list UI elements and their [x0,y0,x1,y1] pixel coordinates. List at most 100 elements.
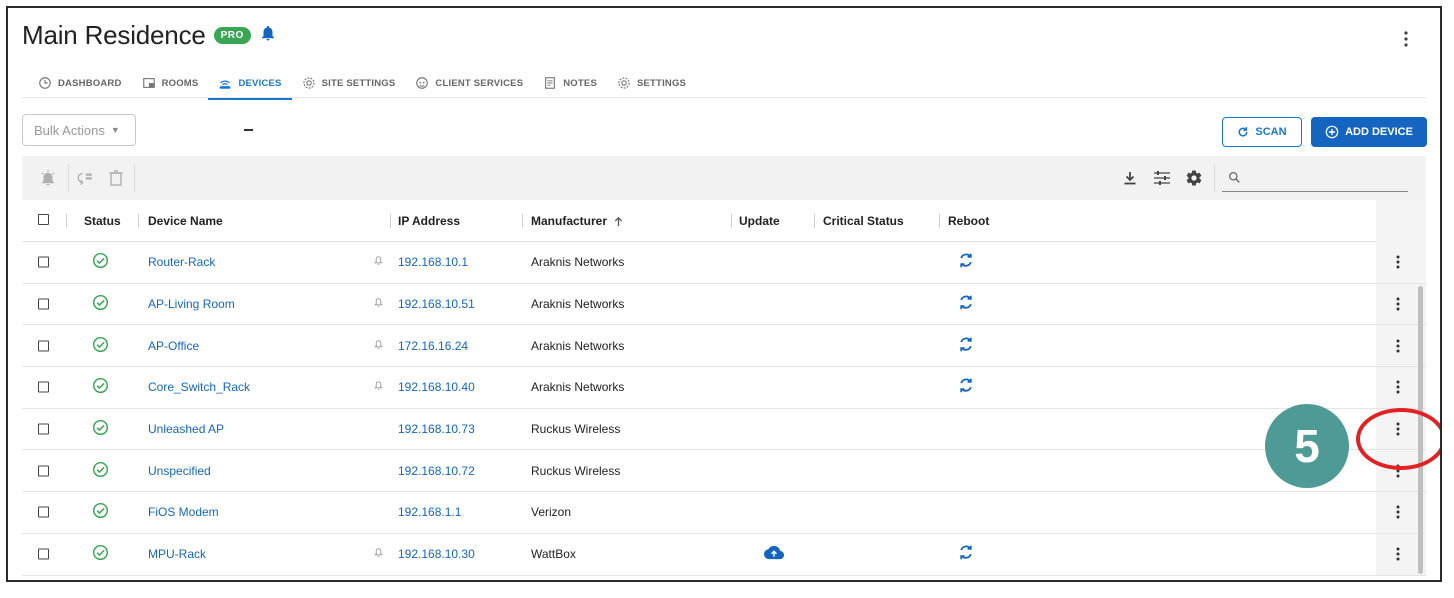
tab-label: NOTES [563,77,597,89]
ip-address-link[interactable]: 192.168.10.51 [398,297,475,311]
device-name-link[interactable]: MPU-Rack [148,547,206,561]
tab-devices[interactable]: DEVICES [208,66,292,100]
tab-bar: DASHBOARD ROOMS DEVICES SITE SETTINGS CL… [28,66,696,100]
gear-icon [302,77,315,89]
alarm-icon[interactable] [38,168,58,188]
reboot-icon[interactable] [958,335,974,356]
ip-address-link[interactable]: 192.168.10.1 [398,255,468,269]
download-icon[interactable] [1120,168,1140,188]
toolbar-separator [68,164,69,192]
reassign-icon[interactable] [75,168,95,188]
reboot-icon[interactable] [958,252,974,273]
header-critical-status[interactable]: Critical Status [823,214,904,228]
add-circle-icon [1325,125,1339,139]
page-title: Main Residence [22,20,206,50]
row-more-options-icon[interactable] [1391,295,1405,313]
status-ok-icon [92,419,109,439]
column-separator [731,214,732,228]
device-name-link[interactable]: FiOS Modem [148,505,219,519]
table-row: AP-Living Room 192.168.10.51 Araknis Net… [22,283,1426,326]
tab-dashboard[interactable]: DASHBOARD [28,66,132,100]
step-number-badge: 5 [1265,404,1349,488]
tab-rooms[interactable]: ROOMS [132,66,209,100]
notification-bell-icon[interactable] [373,255,384,269]
table-toolbar [22,156,1426,200]
table-header: Status Device Name IP Address Manufactur… [22,200,1426,242]
device-name-link[interactable]: Router-Rack [148,255,215,269]
notification-bell-icon[interactable] [373,380,384,394]
row-checkbox[interactable] [38,298,49,310]
device-name-link[interactable]: AP-Office [148,339,199,353]
row-more-options-icon[interactable] [1391,253,1405,271]
header-reboot[interactable]: Reboot [948,214,989,228]
manufacturer-text: Araknis Networks [531,380,625,395]
row-checkbox[interactable] [38,256,49,268]
row-checkbox[interactable] [38,340,49,352]
notification-bell-icon[interactable] [373,547,384,561]
caret-down-icon: ▼ [110,125,120,135]
row-more-options-icon[interactable] [1391,503,1405,521]
ip-address-link[interactable]: 192.168.10.72 [398,464,475,478]
header-device-name[interactable]: Device Name [148,214,223,228]
column-separator [939,214,940,228]
ip-address-link[interactable]: 192.168.10.30 [398,547,475,561]
status-ok-icon [92,377,109,397]
tab-client-services[interactable]: CLIENT SERVICES [405,66,533,100]
ip-address-link[interactable]: 192.168.10.40 [398,380,475,394]
status-ok-icon [92,252,109,272]
rooms-icon [142,78,155,88]
manufacturer-text: Araknis Networks [531,297,625,312]
row-checkbox[interactable] [38,506,49,518]
device-name-link[interactable]: AP-Living Room [148,297,235,311]
stray-mark [244,129,253,131]
row-more-options-icon[interactable] [1391,378,1405,396]
header-manufacturer[interactable]: Manufacturer [531,214,624,228]
ip-address-link[interactable]: 192.168.10.73 [398,422,475,436]
header-update[interactable]: Update [739,214,780,228]
row-checkbox[interactable] [38,423,49,435]
ip-address-link[interactable]: 192.168.1.1 [398,505,461,519]
gear-icon[interactable] [1184,168,1204,188]
column-filter-icon[interactable] [1152,168,1172,188]
add-device-button[interactable]: ADD DEVICE [1311,117,1427,147]
column-separator [522,214,523,228]
search-input[interactable] [1222,164,1408,192]
notification-bell-icon[interactable] [373,339,384,353]
add-device-label: ADD DEVICE [1345,126,1413,138]
reboot-icon[interactable] [958,544,974,565]
trash-icon[interactable] [106,168,126,188]
device-name-link[interactable]: Unleashed AP [148,422,224,436]
app-frame: Main Residence PRO DASHBOARD ROOMS DEVIC… [6,6,1442,582]
row-checkbox[interactable] [38,381,49,393]
table-row: AP-Office 172.16.16.24 Araknis Networks [22,325,1426,368]
tab-site-settings[interactable]: SITE SETTINGS [292,66,406,100]
row-more-options-icon[interactable] [1391,337,1405,355]
row-checkbox[interactable] [38,548,49,560]
sort-ascending-icon [614,216,623,226]
status-ok-icon [92,461,109,481]
status-ok-icon [92,294,109,314]
bulk-actions-select[interactable]: Bulk Actions ▼ [22,114,136,146]
tab-label: CLIENT SERVICES [435,77,524,89]
reboot-icon[interactable] [958,377,974,398]
tab-notes[interactable]: NOTES [533,66,607,100]
header-status[interactable]: Status [84,214,121,228]
status-ok-icon [92,336,109,356]
select-all-checkbox[interactable] [38,214,49,225]
scan-button[interactable]: SCAN [1222,117,1302,147]
device-name-link[interactable]: Core_Switch_Rack [148,380,250,394]
manufacturer-text: Ruckus Wireless [531,422,621,437]
cloud-upload-icon[interactable] [764,545,784,564]
tab-divider [22,97,1426,98]
more-options-icon[interactable] [1396,28,1416,50]
ip-address-link[interactable]: 172.16.16.24 [398,339,468,353]
row-checkbox[interactable] [38,465,49,477]
router-icon [220,80,231,89]
header-ip-address[interactable]: IP Address [398,214,460,228]
notification-bell-icon[interactable] [373,297,384,311]
row-more-options-icon[interactable] [1391,545,1405,563]
reboot-icon[interactable] [958,294,974,315]
device-name-link[interactable]: Unspecified [148,464,211,478]
bell-icon[interactable] [259,24,277,47]
tab-settings[interactable]: SETTINGS [607,66,696,100]
